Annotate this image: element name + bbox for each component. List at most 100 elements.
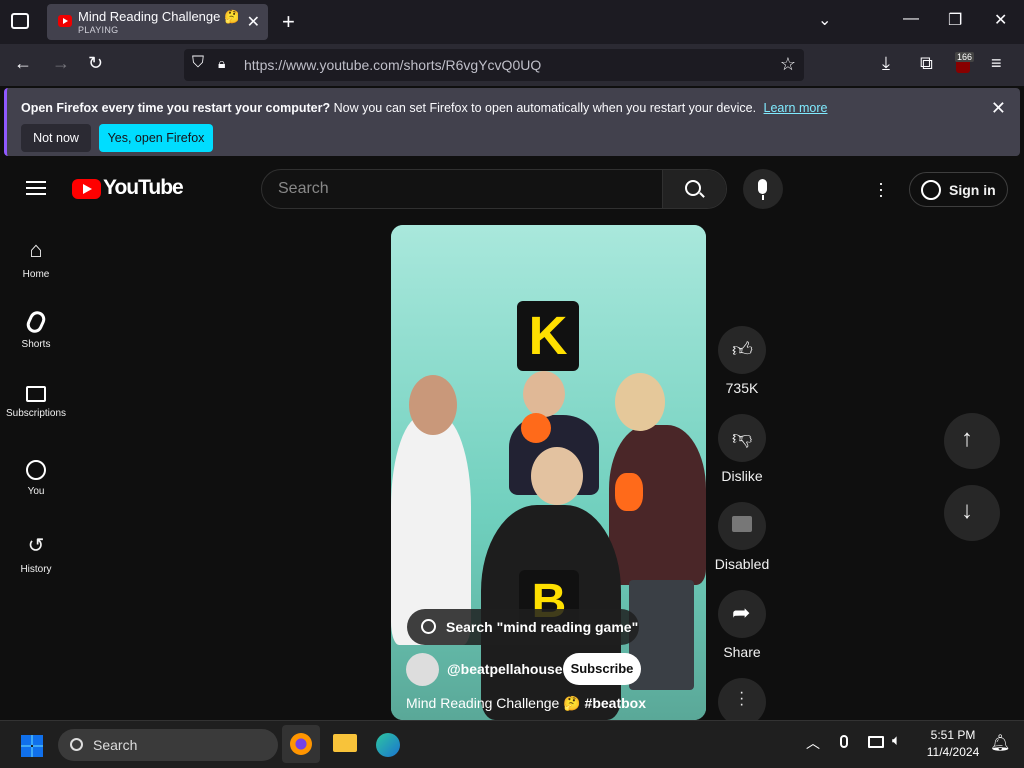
reload-icon[interactable]: ↻ (88, 53, 103, 74)
sidebar-item-home[interactable]: ⌂ Home (0, 237, 72, 280)
bookmark-star-icon[interactable]: ☆ (780, 54, 796, 75)
search-box[interactable]: Search (261, 169, 727, 209)
comments-button[interactable] (718, 502, 766, 550)
previous-short-button[interactable]: ↑ (944, 413, 1000, 469)
sidebar-item-label: You (27, 486, 45, 497)
windows-taskbar: Search ︿ 🔈︎ 5:51 PM 11/4/2024 🔔︎ (0, 720, 1024, 768)
shorts-video-player[interactable]: K B Search "mind reading game" @beatpell… (391, 225, 706, 720)
notification-bell-icon[interactable]: 🔔︎ (990, 733, 1010, 753)
more-options-icon[interactable]: · · · (878, 174, 884, 204)
taskbar-search-text: Search (93, 737, 138, 753)
video-title-text: Mind Reading Challenge 🤔 (406, 695, 581, 711)
video-title[interactable]: Mind Reading Challenge 🤔 #beatbox (406, 695, 646, 712)
active-tab[interactable]: Mind Reading Challenge 🤔 #beatbox PLAYIN… (47, 4, 268, 40)
comment-icon (732, 516, 752, 532)
video-person-center-head (531, 447, 583, 505)
edge-taskbar-icon[interactable] (376, 733, 400, 757)
comments-label: Disabled (714, 556, 770, 572)
channel-name[interactable]: @beatpellahouse (447, 661, 563, 677)
sidebar-item-you[interactable]: You (0, 460, 72, 497)
sidebar-item-subscriptions[interactable]: Subscriptions (0, 386, 72, 419)
thumbs-up-icon: 👍︎ (732, 339, 753, 361)
search-icon (421, 619, 436, 634)
arrow-up-icon: ↑ (961, 425, 973, 452)
search-input[interactable]: Search (278, 180, 329, 198)
tab-overflow-chevron-icon[interactable]: ⌄ (818, 10, 831, 30)
sidebar-item-label: History (20, 564, 52, 575)
account-icon (921, 180, 941, 200)
close-tab-icon[interactable]: ✕ (247, 12, 260, 32)
menu-icon[interactable]: ≡ (991, 53, 1002, 74)
orange-toy-right (615, 473, 643, 511)
notification-text: Now you can set Firefox to open automati… (333, 101, 757, 115)
search-icon-handle (699, 192, 705, 198)
volume-tray-icon[interactable]: 🔈︎ (892, 732, 901, 749)
home-icon: ⌂ (29, 237, 43, 262)
windows-start-icon[interactable] (21, 735, 43, 757)
file-explorer-taskbar-icon[interactable] (333, 734, 357, 752)
learn-more-link[interactable]: Learn more (764, 101, 828, 115)
tab-title: Mind Reading Challenge 🤔 #beatbox (78, 9, 238, 24)
next-short-button[interactable]: ↓ (944, 485, 1000, 541)
microphone-tray-icon[interactable] (840, 735, 848, 748)
video-person-left-head (409, 375, 457, 435)
taskbar-search[interactable]: Search (58, 729, 278, 761)
nav-bar: ← → ↻ ⛉ 🔒︎ https://www.youtube.com/short… (0, 44, 1024, 86)
clock-time: 5:51 PM (930, 728, 976, 742)
tab-playing-status: PLAYING (78, 25, 119, 35)
restart-notification: Open Firefox every time you restart your… (4, 88, 1020, 156)
minimize-icon[interactable]: — (903, 10, 919, 28)
letter-card-top: K (517, 301, 579, 371)
youtube-logo-icon[interactable] (72, 179, 101, 199)
channel-avatar[interactable] (406, 653, 439, 686)
new-tab-icon[interactable]: + (282, 9, 295, 35)
history-icon: ↺ (27, 535, 45, 557)
voice-search-button[interactable] (743, 169, 783, 209)
share-button[interactable]: ➦ (718, 590, 766, 638)
network-tray-icon[interactable] (868, 736, 884, 748)
shield-icon[interactable]: ⛉ (192, 54, 204, 72)
tab-strip: Mind Reading Challenge 🤔 #beatbox PLAYIN… (0, 0, 1024, 44)
more-vertical-icon: · · · (739, 684, 745, 713)
back-icon[interactable]: ← (14, 53, 32, 74)
youtube-logo-text[interactable]: YouTube (103, 176, 184, 200)
video-title-hashtag[interactable]: #beatbox (585, 695, 646, 711)
url-bar[interactable]: ⛉ 🔒︎ https://www.youtube.com/shorts/R6vg… (184, 49, 804, 81)
sign-in-button[interactable]: Sign in (909, 172, 1008, 207)
thumbs-down-icon: 👎︎ (732, 427, 753, 449)
letter-card-top-text: K (528, 306, 568, 366)
close-notification-icon[interactable]: ✕ (991, 98, 1006, 119)
sidebar-item-history[interactable]: ↺ History (0, 533, 72, 575)
related-search-pill[interactable]: Search "mind reading game" (407, 609, 639, 645)
restore-icon[interactable]: ❐ (948, 10, 962, 30)
hamburger-menu-icon[interactable] (26, 181, 46, 195)
clock-date: 11/4/2024 (926, 745, 980, 759)
forward-icon[interactable]: → (52, 53, 70, 74)
url-text[interactable]: https://www.youtube.com/shorts/R6vgYcvQ0… (244, 57, 541, 73)
sidebar-item-label: Home (22, 269, 50, 280)
subscriptions-icon (26, 386, 46, 402)
youtube-favicon-icon (58, 15, 72, 27)
extensions-icon[interactable]: ⧉ (920, 53, 933, 74)
close-window-icon[interactable]: ✕ (994, 10, 1007, 30)
arrow-down-icon: ↓ (961, 497, 973, 524)
system-clock[interactable]: 5:51 PM 11/4/2024 (920, 727, 986, 761)
tab-list-icon[interactable] (11, 13, 29, 29)
video-person-right-head (615, 373, 665, 431)
downloads-icon[interactable]: ⤓ (882, 53, 890, 74)
video-person-back-head (523, 371, 565, 417)
not-now-button[interactable]: Not now (21, 124, 91, 152)
dislike-button[interactable]: 👎︎ (718, 414, 766, 462)
search-icon (70, 738, 83, 751)
show-hidden-icons-chevron-icon[interactable]: ︿ (806, 733, 820, 753)
sidebar-item-shorts[interactable]: Shorts (0, 308, 72, 350)
share-arrow-icon: ➦ (732, 600, 751, 625)
lock-icon[interactable]: 🔒︎ (218, 55, 225, 72)
search-button[interactable] (662, 170, 726, 208)
like-button[interactable]: 👍︎ (718, 326, 766, 374)
yes-open-firefox-button[interactable]: Yes, open Firefox (99, 124, 213, 152)
more-actions-button[interactable]: · · · (718, 678, 766, 726)
subscribe-button[interactable]: Subscribe (563, 653, 641, 685)
notification-message: Open Firefox every time you restart your… (21, 101, 827, 115)
firefox-taskbar-icon[interactable] (282, 725, 320, 763)
